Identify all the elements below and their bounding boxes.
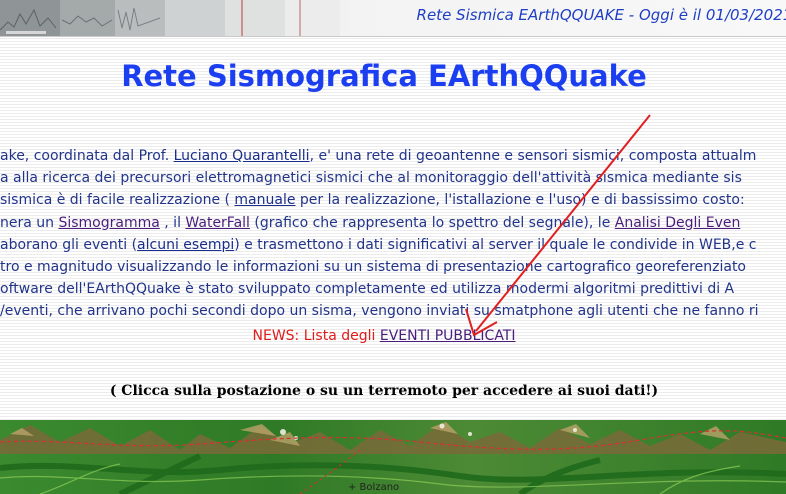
- eventi-pubblicati-link[interactable]: EVENTI PUBBLICATI: [380, 328, 516, 344]
- station-thumbnails[interactable]: [0, 0, 340, 36]
- banner-separator: -: [624, 6, 639, 24]
- banner-site-name: Rete Sismica EArthQQUAKE: [416, 6, 625, 24]
- text-line-2: a alla ricerca dei precursori elettromag…: [0, 170, 742, 187]
- analisi-eventi-link[interactable]: Analisi Degli Even: [615, 215, 741, 231]
- map-place-label: + Bolzano: [348, 482, 400, 493]
- line-text: ake, coordinata dal Prof.: [0, 148, 174, 164]
- text-line-8: /eventi, che arrivano pochi secondi dopo…: [0, 303, 759, 320]
- main-content: Rete Sismografica EArthQQuake ake, coord…: [0, 37, 786, 420]
- banner-title: Rete Sismica EArthQQUAKE - Oggi è il 01/…: [417, 6, 786, 24]
- text-line-3: sismica è di facile realizzazione ( manu…: [0, 189, 786, 211]
- news-line: NEWS: Lista degli EVENTI PUBBLICATI: [0, 328, 768, 344]
- map-instruction: ( Clicca sulla postazione o su un terrem…: [109, 383, 659, 399]
- line-text: (grafico che rappresenta lo spettro del …: [249, 214, 615, 231]
- line-text: nera un: [0, 214, 59, 231]
- sismogramma-link[interactable]: Sismogramma: [58, 215, 159, 231]
- news-label: NEWS: Lista degli: [252, 328, 380, 344]
- line-text: , il: [159, 214, 186, 231]
- line-text: sismica è di facile realizzazione (: [0, 192, 235, 209]
- terrain-map[interactable]: + Bolzano: [0, 420, 786, 494]
- page-title: Rete Sismografica EArthQQuake: [121, 59, 647, 93]
- text-line-6: tro e magnitudo visualizzando le informa…: [0, 258, 746, 275]
- text-line-4: nera un Sismogramma , il WaterFall (graf…: [0, 212, 786, 234]
- luciano-quarantelli-link[interactable]: Luciano Quarantelli: [174, 148, 310, 164]
- banner-date: Oggi è il 01/03/2021, 14:: [638, 6, 786, 24]
- alcuni-esempi-link[interactable]: alcuni esempi: [137, 237, 234, 253]
- line-text: aborano gli eventi (: [0, 236, 138, 253]
- text-line-5: aborano gli eventi (alcuni esempi) e tra…: [0, 234, 786, 256]
- line-text: , e' una rete di geoantenne e sensori si…: [309, 148, 757, 164]
- header-banner: Rete Sismica EArthQQUAKE - Oggi è il 01/…: [0, 0, 786, 37]
- text-line-1: ake, coordinata dal Prof. Luciano Quaran…: [0, 145, 786, 167]
- description-paragraph: ake, coordinata dal Prof. Luciano Quaran…: [0, 145, 786, 323]
- line-text: per la realizzazione, l'istallazione e l…: [295, 192, 745, 209]
- line-text: ) e trasmettono i dati significativi al …: [234, 236, 757, 253]
- manuale-link[interactable]: manuale: [234, 192, 295, 208]
- waterfall-link[interactable]: WaterFall: [185, 215, 250, 231]
- text-line-7: oftware dell'EArthQQuake è stato svilupp…: [0, 281, 735, 298]
